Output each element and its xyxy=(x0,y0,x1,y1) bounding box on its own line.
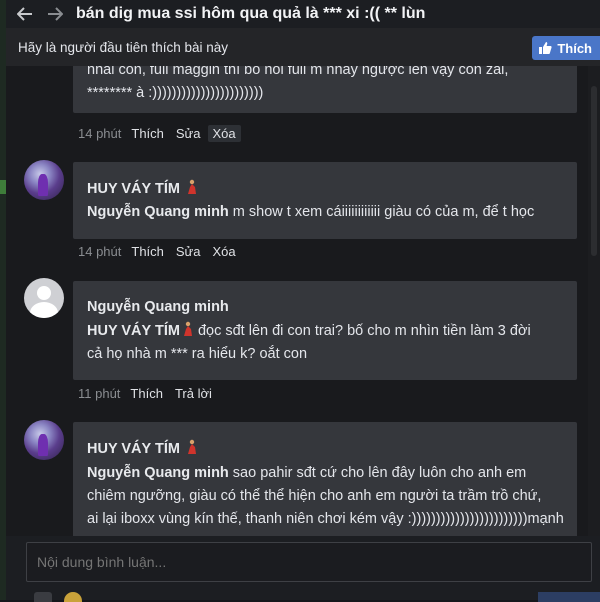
like-button-label: Thích xyxy=(557,40,592,56)
thumbs-up-icon xyxy=(539,42,552,54)
comment-text: Nguyễn Quang minh m show t xem cáiiiiiii… xyxy=(87,201,567,224)
comment-composer xyxy=(6,536,600,602)
comment-time: 11 phút xyxy=(78,386,121,401)
comment-body: m show t xem cáiiiiiiiiiiii giàu có của … xyxy=(228,204,535,220)
avatar[interactable] xyxy=(24,278,64,318)
comment-text: Nguyễn Quang minh sao pahir sđt cứ cho l… xyxy=(87,462,567,531)
title-bar: bán dig mua ssi hôm qua quả là *** xi :(… xyxy=(6,0,600,28)
dancer-emoji-icon xyxy=(183,321,192,336)
comment-line: cả họ nhà m *** ra hiểu k? oắt con xyxy=(87,346,308,362)
comment-line: ******** à :))))))))))))))))))))))) xyxy=(87,85,264,101)
avatar[interactable] xyxy=(24,420,64,460)
delete-link[interactable]: Xóa xyxy=(207,125,241,142)
delete-link[interactable]: Xóa xyxy=(213,244,236,259)
edit-link[interactable]: Sửa xyxy=(176,126,201,141)
edit-link[interactable]: Sửa xyxy=(176,244,201,259)
like-bar: Hãy là người đầu tiên thích bài này Thíc… xyxy=(6,28,600,67)
dancer-emoji-icon xyxy=(187,179,196,194)
like-prompt: Hãy là người đầu tiên thích bài này xyxy=(18,39,229,55)
comment-time: 14 phút xyxy=(78,244,122,259)
back-arrow-icon[interactable] xyxy=(14,3,36,25)
dancer-emoji-icon xyxy=(187,439,196,454)
comment-actions: 11 phút Thích Trả lời xyxy=(78,386,224,401)
comment-text: nhai con, full maggin thì bố nói full m … xyxy=(87,66,567,105)
comment-bubble: nhai con, full maggin thì bố nói full m … xyxy=(73,66,577,113)
avatar[interactable] xyxy=(24,160,64,200)
comment-body: đọc sđt lên đi con trai? bố cho m nhìn t… xyxy=(193,323,531,339)
comment-line: chiêm ngưỡng, giàu có thể thể hiện cho a… xyxy=(87,488,542,504)
like-button[interactable]: Thích xyxy=(532,36,600,60)
like-link[interactable]: Thích xyxy=(131,244,164,259)
emoji-icon[interactable] xyxy=(64,592,82,602)
comment-text: HUY VÁY TÍM đọc sđt lên đi con trai? bố … xyxy=(87,320,567,366)
mention-link[interactable]: HUY VÁY TÍM xyxy=(87,321,194,339)
comment-time: 14 phút xyxy=(78,126,122,141)
like-link[interactable]: Thích xyxy=(130,386,163,401)
comment-line: ai lại iboxx vùng kín thế, thanh niên ch… xyxy=(87,511,564,527)
comment-actions: 14 phút Thích Sửa Xóa xyxy=(78,244,248,259)
post-title: bán dig mua ssi hôm qua quả là *** xi :(… xyxy=(76,5,426,22)
camera-icon[interactable] xyxy=(34,592,52,602)
scrollbar[interactable] xyxy=(588,66,600,536)
comment-author[interactable]: Nguyễn Quang minh xyxy=(87,299,229,315)
mention-link[interactable]: Nguyễn Quang minh xyxy=(87,465,229,481)
comment-input[interactable] xyxy=(26,542,592,582)
default-avatar-body xyxy=(30,302,58,318)
forward-arrow-icon[interactable] xyxy=(44,3,66,25)
comment-bubble: Nguyễn Quang minh HUY VÁY TÍM đọc sđt lê… xyxy=(73,281,577,380)
mention-link[interactable]: Nguyễn Quang minh xyxy=(87,204,229,220)
comment-bubble: HUY VÁY TÍM Nguyễn Quang minh sao pahir … xyxy=(73,422,577,536)
comment-thread[interactable]: nhai con, full maggin thì bố nói full m … xyxy=(6,66,600,536)
default-avatar-head xyxy=(37,286,51,300)
scrollbar-thumb[interactable] xyxy=(591,86,597,256)
send-button[interactable] xyxy=(538,592,600,602)
comment-line: nhai con, full maggin thì bố nói full m … xyxy=(87,66,509,78)
like-link[interactable]: Thích xyxy=(131,126,164,141)
comment-actions: 14 phút Thích Sửa Xóa xyxy=(78,125,253,142)
reply-link[interactable]: Trả lời xyxy=(175,386,212,401)
comment-author[interactable]: HUY VÁY TÍM xyxy=(87,179,198,197)
comment-bubble: HUY VÁY TÍM Nguyễn Quang minh m show t x… xyxy=(73,162,577,239)
comment-body: sao pahir sđt cứ cho lên đây luôn cho an… xyxy=(228,465,527,481)
comment-author[interactable]: HUY VÁY TÍM xyxy=(87,439,198,457)
